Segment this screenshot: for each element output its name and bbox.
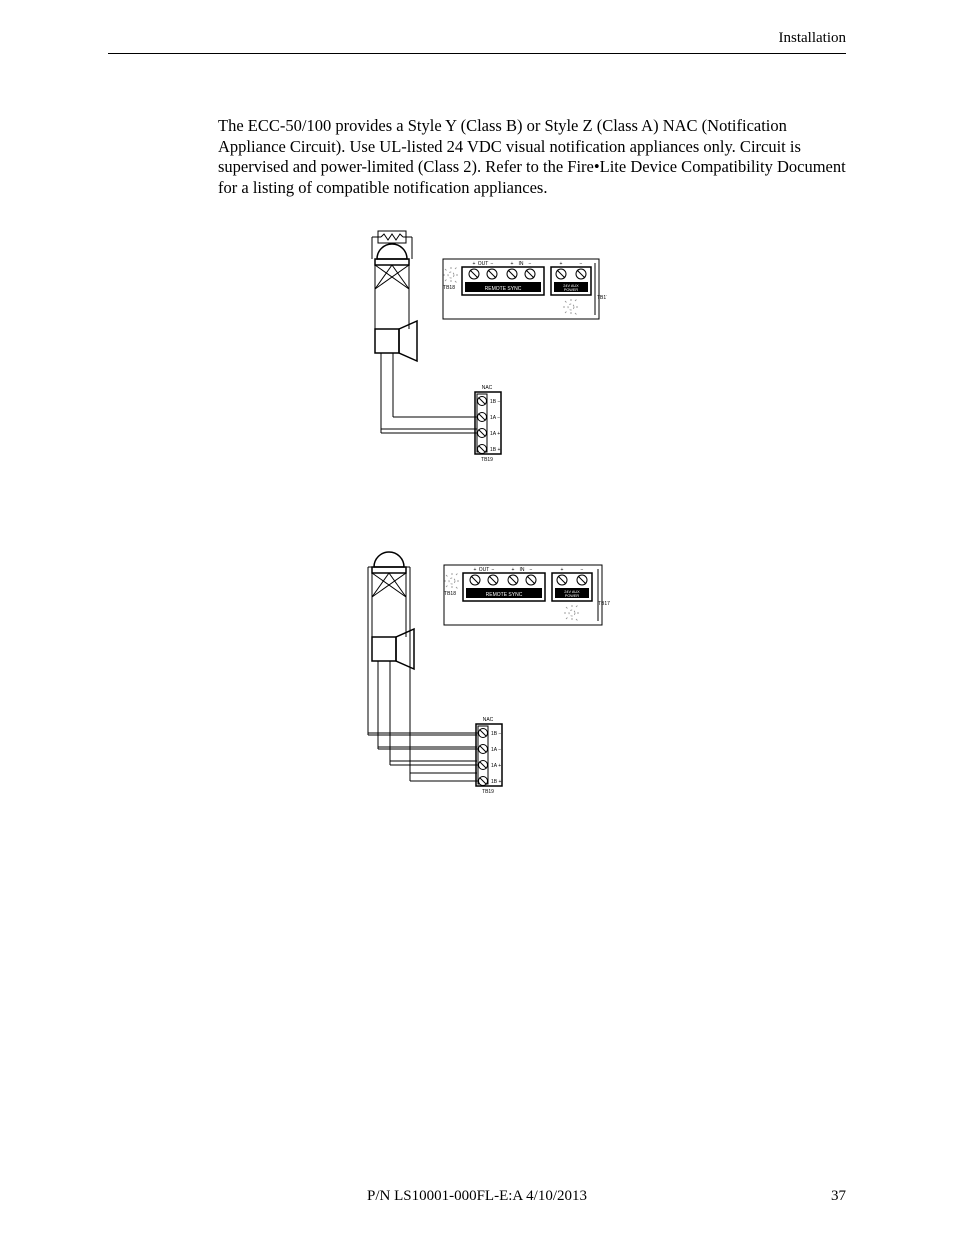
svg-text:−: −: [491, 261, 494, 267]
svg-text:−: −: [580, 261, 583, 267]
sunburst-icon: [563, 299, 579, 315]
svg-text:IN: IN: [519, 261, 524, 267]
svg-text:+: +: [560, 261, 563, 267]
svg-text:+: +: [561, 567, 564, 573]
svg-text:−: −: [530, 567, 533, 573]
svg-text:1B +: 1B +: [491, 779, 502, 785]
nac-terminal: 1B − 1A − 1A + 1B +: [475, 392, 501, 454]
svg-text:1A −: 1A −: [490, 415, 500, 421]
svg-text:−: −: [581, 567, 584, 573]
svg-text:1A +: 1A +: [491, 763, 501, 769]
svg-text:REMOTE SYNC: REMOTE SYNC: [485, 286, 522, 292]
diagram-style-y: REMOTE SYNC + OUT − + IN − TB18 24V AUX …: [347, 229, 607, 489]
svg-text:POWER: POWER: [565, 594, 580, 598]
remote-sync-terminal: REMOTE SYNC + OUT − + IN −: [463, 567, 545, 601]
aux-power-terminal: 24V AUX POWER + −: [551, 261, 591, 295]
figure-style-z: REMOTE SYNC + OUT − + IN − TB18 24V AUX …: [108, 549, 846, 829]
tb19-label: TB19: [482, 789, 494, 795]
nac-label: NAC: [483, 717, 494, 723]
aux-power-terminal: 24V AUX POWER + −: [552, 567, 592, 601]
section-title: Installation: [779, 30, 847, 46]
svg-text:+: +: [512, 567, 515, 573]
strobe-icon: [372, 552, 406, 605]
svg-text:1B −: 1B −: [490, 399, 501, 405]
figure-style-y: REMOTE SYNC + OUT − + IN − TB18 24V AUX …: [108, 229, 846, 489]
svg-text:1B +: 1B +: [490, 447, 501, 453]
svg-text:1A +: 1A +: [490, 431, 500, 437]
sunburst-icon: [443, 267, 459, 283]
svg-text:+: +: [474, 567, 477, 573]
svg-text:POWER: POWER: [564, 288, 579, 292]
svg-text:IN: IN: [520, 567, 525, 573]
svg-text:OUT: OUT: [479, 567, 490, 573]
svg-text:+: +: [473, 261, 476, 267]
body-paragraph: The ECC-50/100 provides a Style Y (Class…: [218, 116, 846, 199]
svg-text:1B −: 1B −: [491, 731, 502, 737]
tb17-label: TB17: [598, 601, 610, 607]
page-footer: P/N LS10001-000FL-E:A 4/10/2013 37: [108, 1188, 846, 1205]
tb18-label: TB18: [443, 285, 455, 291]
svg-text:−: −: [492, 567, 495, 573]
running-header: Installation: [108, 30, 846, 54]
nac-terminal: 1B − 1A − 1A + 1B +: [476, 724, 502, 786]
nac-label: NAC: [482, 385, 493, 391]
svg-text:REMOTE SYNC: REMOTE SYNC: [486, 592, 523, 598]
svg-text:−: −: [529, 261, 532, 267]
svg-text:OUT: OUT: [478, 261, 489, 267]
strobe-icon: [375, 244, 409, 297]
tb18-label: TB18: [444, 591, 456, 597]
sunburst-icon: [444, 573, 460, 589]
sunburst-icon: [564, 605, 580, 621]
svg-text:+: +: [511, 261, 514, 267]
svg-text:1A −: 1A −: [491, 747, 501, 753]
tb19-label: TB19: [481, 457, 493, 463]
footer-doc-id: P/N LS10001-000FL-E:A 4/10/2013: [108, 1188, 846, 1205]
remote-sync-terminal: REMOTE SYNC + OUT − + IN −: [462, 261, 544, 295]
diagram-style-z: REMOTE SYNC + OUT − + IN − TB18 24V AUX …: [332, 549, 622, 829]
